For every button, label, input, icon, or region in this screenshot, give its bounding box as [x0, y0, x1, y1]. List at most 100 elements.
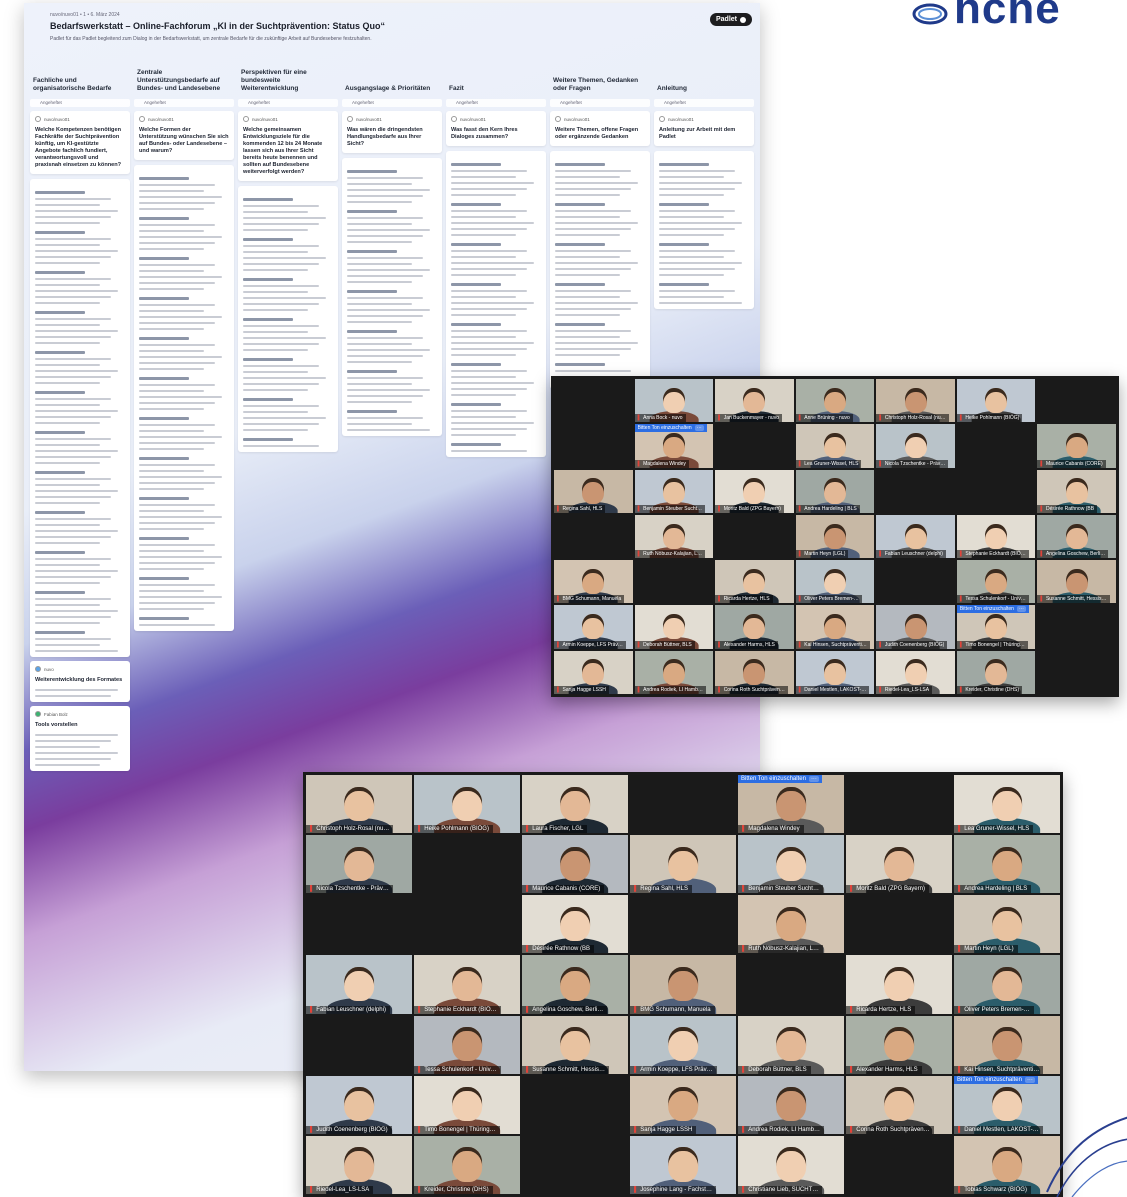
participant-tile[interactable]: ▌ Moritz Bald (ZPG Bayern): [846, 835, 952, 894]
participant-tile[interactable]: ▌ Moritz Bald (ZPG Bayern): [715, 469, 794, 513]
unmute-request-banner[interactable]: Bitten Ton einzuschalten ···: [634, 424, 707, 433]
participant-tile[interactable]: ▌ Benjamin Steuber Sucht…: [738, 835, 844, 894]
participant-tile[interactable]: ▌ Armin Koeppe, LFS Präv…: [630, 1015, 736, 1074]
padlet-logo-button[interactable]: Padlet: [709, 13, 752, 26]
participant-tile[interactable]: ▌ Ruth Nöbusz-Kalajian, L…: [738, 895, 844, 954]
participant-tile[interactable]: ▌ Oliver Peters Bremen-…: [954, 955, 1060, 1014]
post-card[interactable]: nuvo/nuvo01 Welche Kompetenzen benötigen …: [30, 111, 130, 174]
pinned-label[interactable]: Angeheftet: [134, 99, 234, 107]
participant-tile[interactable]: ▌ Andrea Rodiek, LI Hamb…: [738, 1075, 844, 1134]
participant-tile[interactable]: ▌ Armin Koeppe, LFS Präv…: [554, 605, 633, 649]
participant-tile[interactable]: ▌ Christiane Lieb, SUCHT…: [738, 1135, 844, 1194]
participant-tile[interactable]: ▌ Andrea Hardeling | BLS: [954, 835, 1060, 894]
participant-tile[interactable]: ▌ Stephanie Eckhardt (BIÖ…: [956, 514, 1036, 559]
post-card[interactable]: nuvo/nuvo01 Welche Formen der Unterstützu…: [134, 111, 234, 160]
participant-tile[interactable]: ▌ Regina Sahl, HLS: [554, 469, 633, 513]
participant-tile[interactable]: ▌ Fabian Leuschner (delphi): [306, 955, 412, 1014]
avatar-icon: [139, 116, 145, 122]
participant-tile[interactable]: ▌ Timo Bonengel | Thüring… Bitten Ton einz…: [956, 605, 1036, 649]
participant-tile[interactable]: ▌ Heike Pohlmann (BIÖG): [414, 775, 520, 834]
participant-tile[interactable]: ▌ Deborah Büttner, BLS: [634, 605, 714, 649]
participant-tile[interactable]: ▌ Angelina Goschew, Berli…: [1037, 514, 1116, 559]
participant-tile[interactable]: ▌ Lea Gruner-Wissel, HLS: [795, 424, 875, 468]
participant-tile[interactable]: ▌ Susanne Schmitt, Hessis…: [1037, 560, 1116, 604]
participant-tile[interactable]: ▌ Martin Heyn (LGL): [795, 514, 875, 559]
participant-tile[interactable]: ▌ Oliver Peters Bremen-…: [795, 560, 875, 604]
participant-tile[interactable]: ▌ Nicola Tzschentke - Präv…: [306, 835, 412, 894]
participant-tile[interactable]: ▌ Angelina Goschew, Berli…: [522, 955, 628, 1014]
participant-tile[interactable]: ▌ Corina Roth Suchtpräven…: [715, 650, 794, 694]
post-card[interactable]: nuvo/nuvo01 Welche gemeinsamen Entwicklun…: [238, 111, 338, 181]
participant-tile[interactable]: ▌ Andrea Rodiek, LI Hamb…: [634, 650, 714, 694]
more-options-icon[interactable]: ···: [1016, 606, 1026, 613]
participant-tile[interactable]: ▌ Lea Gruner-Wissel, HLS: [954, 775, 1060, 834]
more-options-icon[interactable]: ···: [808, 776, 819, 782]
participant-tile[interactable]: ▌ Désirée Rathnow (BB: [522, 895, 628, 954]
participant-tile[interactable]: ▌ Corina Roth Suchtpräven…: [846, 1075, 952, 1134]
person-head: [668, 1027, 698, 1062]
participant-tile[interactable]: ▌ Anna Bock - nuvo: [634, 379, 714, 423]
participant-tile[interactable]: ▌ Alexander Harms, HLS: [715, 605, 794, 649]
participant-tile[interactable]: ▌ Judith Coenenberg (BIÖG): [876, 605, 955, 649]
participant-tile[interactable]: ▌ Christoph Holz-Rosal (nu…: [876, 379, 955, 423]
participant-tile[interactable]: ▌ Heike Pohlmann (BIÖG): [956, 379, 1036, 423]
participant-tile[interactable]: ▌ Christoph Holz-Rosal (nu…: [306, 775, 412, 834]
post-card[interactable]: nuvo Weiterentwicklung des Formates: [30, 661, 130, 702]
unmute-request-banner[interactable]: Bitten Ton einzuschalten ···: [738, 775, 822, 783]
participant-tile[interactable]: ▌ Kai Hinsen, Suchtpräventi…: [954, 1015, 1060, 1074]
unmute-request-banner[interactable]: Bitten Ton einzuschalten ···: [954, 1075, 1038, 1084]
participant-tile[interactable]: ▌ Timo Bonengel | Thüring…: [414, 1075, 520, 1134]
participant-tile[interactable]: ▌ Désirée Rathnow (BB: [1037, 469, 1116, 513]
participant-tile[interactable]: ▌ Kreider, Christine (DHS): [956, 650, 1036, 694]
more-options-icon[interactable]: ···: [694, 425, 704, 432]
participant-tile[interactable]: ▌ Stephanie Eckhardt (BIÖ…: [414, 955, 520, 1014]
participant-tile[interactable]: ▌ Kai Hinsen, Suchtpräventi…: [795, 605, 875, 649]
participant-tile[interactable]: ▌ Susanne Schmitt, Hessis…: [522, 1015, 628, 1074]
participant-tile[interactable]: ▌ Ruth Nöbusz-Kalajian, L…: [634, 514, 714, 559]
post-card[interactable]: nuvo/nuvo01 Was fasst den Kern Ihres Dial…: [446, 111, 546, 146]
unmute-request-banner[interactable]: Bitten Ton einzuschalten ···: [956, 605, 1029, 614]
participant-tile[interactable]: ▌ Sanja Hagge LSSH: [554, 650, 633, 694]
participant-tile[interactable]: ▌ Maurice Cabanis (CORE): [1037, 424, 1116, 468]
pinned-label[interactable]: Angeheftet: [238, 99, 338, 107]
participant-tile[interactable]: ▌ BMG Schumann, Manuela: [630, 955, 736, 1014]
participant-tile[interactable]: ▌ Regina Sahl, HLS: [630, 835, 736, 894]
participant-tile[interactable]: ▌ Ricarda Hertze, HLS: [715, 560, 794, 604]
pinned-label[interactable]: Angeheftet: [342, 99, 442, 107]
participant-tile[interactable]: ▌ Riedel-Lea_LS-LSA: [306, 1135, 412, 1194]
participant-tile[interactable]: ▌ Riedel-Lea_LS-LSA: [876, 650, 955, 694]
participant-tile[interactable]: ▌ Tessa Schulenkorf - Univ…: [956, 560, 1036, 604]
participant-tile[interactable]: ▌ Kreider, Christine (DHS): [414, 1135, 520, 1194]
participant-tile[interactable]: ▌ Magdalena Windey Bitten Ton einzuschalte…: [634, 424, 714, 468]
pinned-label[interactable]: Angeheftet: [30, 99, 130, 107]
participant-tile[interactable]: ▌ Martin Heyn (LGL): [954, 895, 1060, 954]
participant-tile[interactable]: ▌ Judith Coenenberg (BIÖG): [306, 1075, 412, 1134]
participant-tile[interactable]: ▌ Deborah Büttner, BLS: [738, 1015, 844, 1074]
participant-tile[interactable]: ▌ Anne Brüning - nuvo: [795, 379, 875, 423]
pinned-label[interactable]: Angeheftet: [446, 99, 546, 107]
pinned-label[interactable]: Angeheftet: [654, 99, 754, 107]
more-options-icon[interactable]: ···: [1024, 1076, 1035, 1083]
post-card[interactable]: nuvo/nuvo01 Was wären die dringendsten Ha…: [342, 111, 442, 153]
post-card[interactable]: nuvo/nuvo01 Anleitung zur Arbeit mit dem …: [654, 111, 754, 146]
participant-tile[interactable]: ▌ Maurice Cabanis (CORE): [522, 835, 628, 894]
participant-tile[interactable]: ▌ Daniel Mestlen, LAKOST-…: [795, 650, 875, 694]
post-card[interactable]: Fabian Bolz Tools vorstellen: [30, 706, 130, 771]
participant-tile[interactable]: ▌ Benjamin Steuber Sucht…: [634, 469, 714, 513]
person-head: [452, 786, 482, 821]
post-card[interactable]: nuvo/nuvo01 Weitere Themen, offene Fragen…: [550, 111, 650, 146]
participant-tile[interactable]: ▌ Andrea Hardeling | BLS: [795, 469, 875, 513]
participant-tile[interactable]: ▌ Fabian Leuschner (delphi): [876, 514, 955, 559]
participant-tile[interactable]: ▌ Alexander Harms, HLS: [846, 1015, 952, 1074]
pinned-label[interactable]: Angeheftet: [550, 99, 650, 107]
participant-tile[interactable]: ▌ Ricarda Hertze, HLS: [846, 955, 952, 1014]
participant-tile[interactable]: ▌ Laura Fischer, LGL: [522, 775, 628, 834]
participant-tile[interactable]: ▌ Josephine Lang - Fachst…: [630, 1135, 736, 1194]
participant-tile[interactable]: ▌ Magdalena Windey Bitten Ton einzuschalte…: [738, 775, 844, 834]
participant-tile[interactable]: ▌ BMG Schumann, Manuela: [554, 560, 633, 604]
participant-tile[interactable]: ▌ Sanja Hagge LSSH: [630, 1075, 736, 1134]
participant-tile[interactable]: ▌ Jan Buckenmayer - nuvo: [715, 379, 794, 423]
participant-tile[interactable]: ▌ Nicola Tzschentke - Präv…: [876, 424, 955, 468]
participant-tile[interactable]: ▌ Tessa Schulenkorf - Univ…: [414, 1015, 520, 1074]
participant-name-label: Anna Bock - nuvo: [643, 415, 683, 422]
